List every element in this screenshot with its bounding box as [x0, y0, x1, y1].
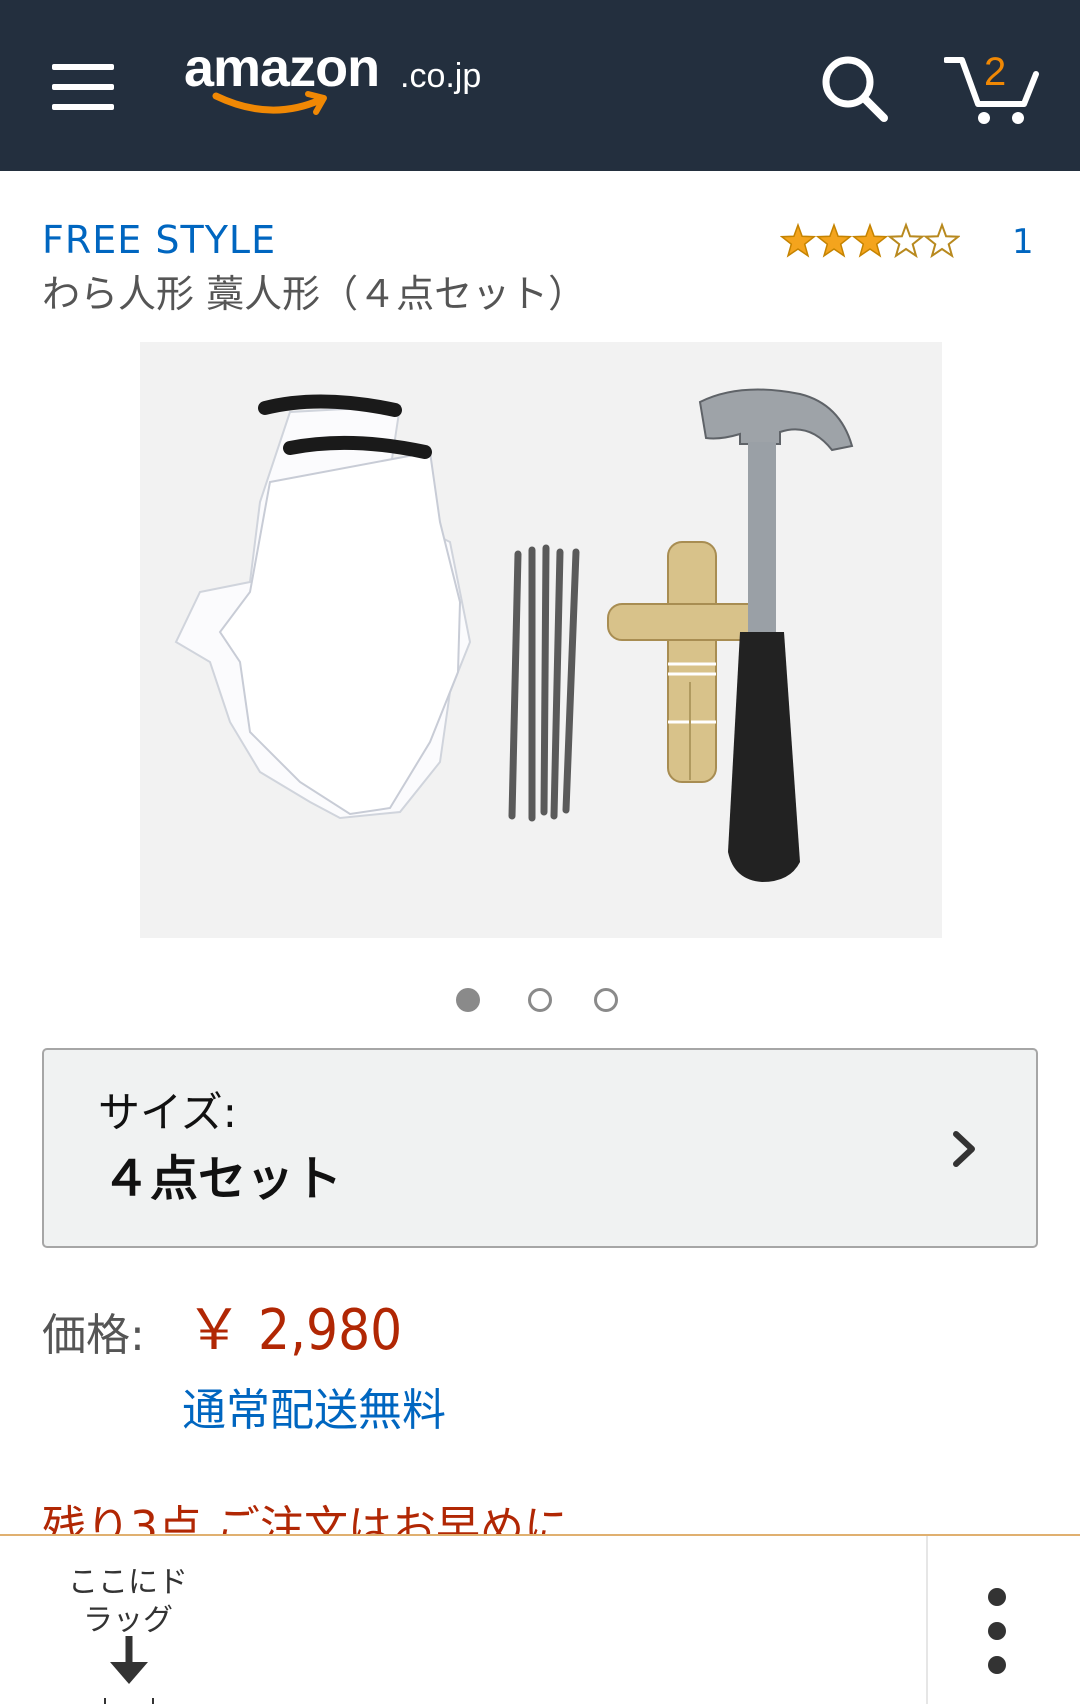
size-selector[interactable]: サイズ: ４点セット — [42, 1048, 1038, 1248]
brand-link[interactable]: FREE STYLE — [42, 216, 276, 264]
price-value: ￥ 2,980 — [186, 1298, 403, 1363]
search-icon[interactable] — [818, 52, 890, 124]
star-filled-icon — [780, 222, 817, 258]
star-filled-icon — [815, 222, 853, 258]
drag-hint-text: ここにドラッグ — [68, 1565, 188, 1638]
cart-button[interactable]: 2 — [943, 44, 1040, 128]
free-shipping-link[interactable]: 通常配送無料 — [182, 1384, 446, 1438]
size-label: サイズ: — [98, 1088, 237, 1137]
price-label: 価格: — [42, 1310, 145, 1361]
cart-count-badge: 2 — [984, 50, 1007, 94]
top-nav-bar: amazon .co.jp 2 — [0, 0, 1080, 171]
product-image[interactable] — [140, 342, 942, 938]
logo-tld: .co.jp — [400, 57, 482, 95]
arrow-down-icon — [104, 1636, 154, 1704]
panel-divider — [926, 1536, 928, 1704]
drag-drop-panel: ここにドラッグ — [0, 1534, 1080, 1704]
amazon-logo[interactable]: amazon .co.jp — [184, 36, 504, 126]
carousel-dot[interactable] — [594, 988, 618, 1012]
chevron-right-icon — [953, 1131, 975, 1167]
star-filled-icon — [851, 222, 889, 258]
star-empty-icon — [923, 222, 960, 259]
star-empty-icon — [887, 222, 925, 259]
more-options-icon[interactable] — [988, 1588, 1012, 1676]
size-value: ４点セット — [102, 1151, 343, 1207]
product-title: わら人形 藁人形（４点セット） — [42, 272, 587, 316]
review-count-link[interactable]: 1 — [1012, 220, 1034, 264]
product-image-drawing — [140, 342, 942, 938]
image-carousel-dots — [456, 988, 626, 1018]
star-rating[interactable] — [780, 222, 960, 262]
menu-icon[interactable] — [52, 64, 114, 110]
carousel-dot[interactable] — [456, 988, 480, 1012]
carousel-dot[interactable] — [528, 988, 552, 1012]
logo-smile-icon — [212, 91, 327, 115]
